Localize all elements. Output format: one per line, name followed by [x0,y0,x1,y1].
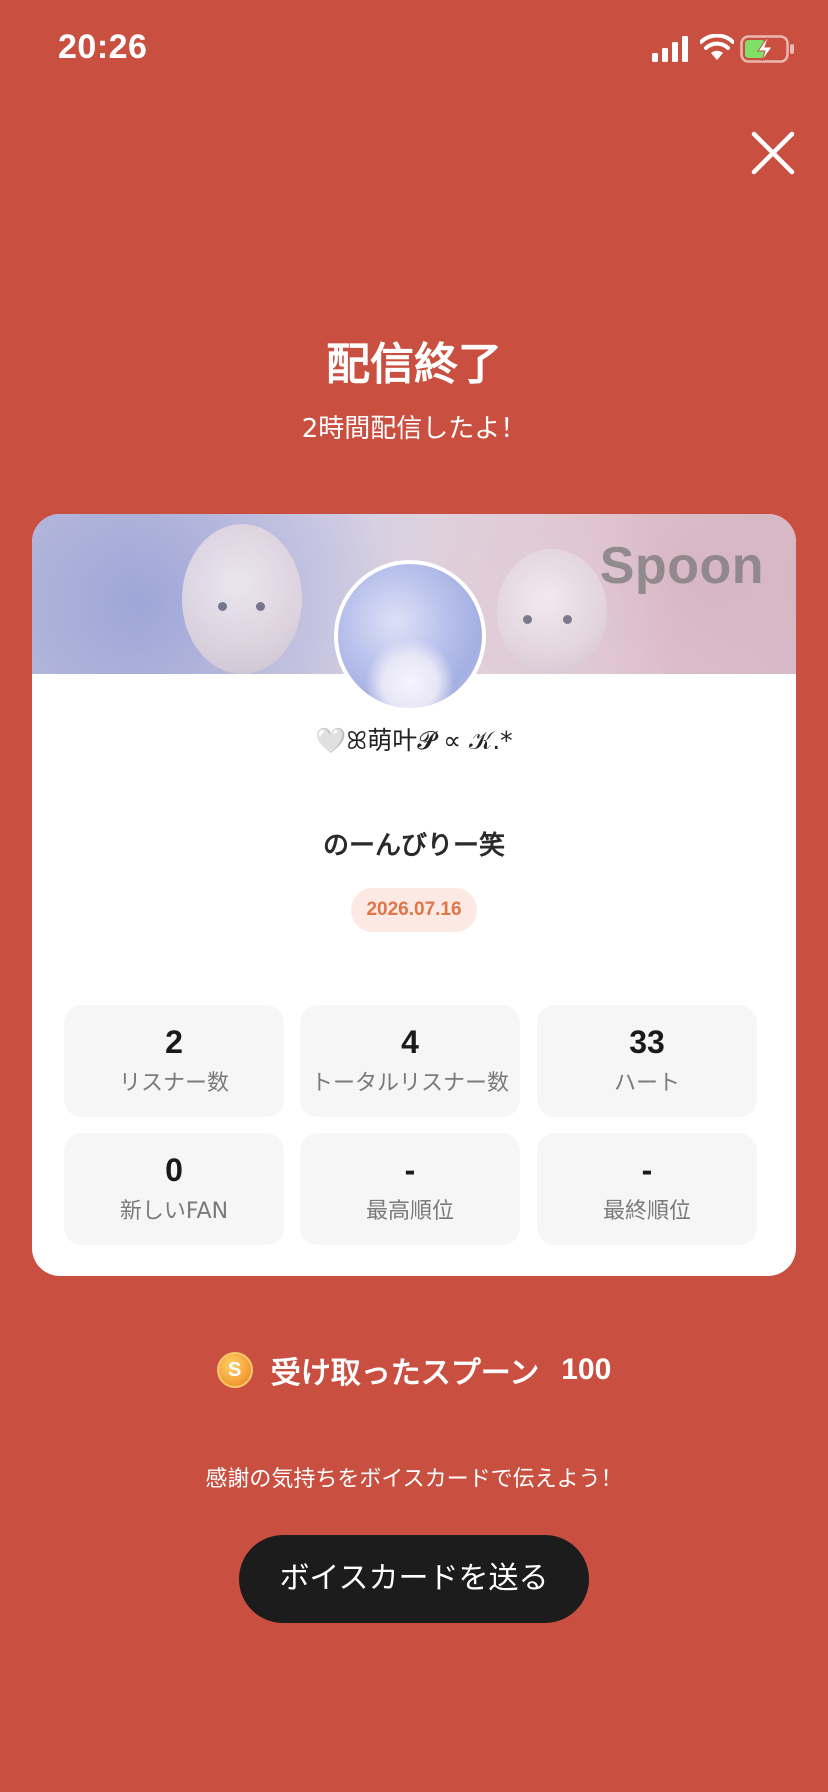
page-title: 配信終了 [326,339,502,390]
stat-label: トータルリスナー数 [310,1071,509,1096]
stat-label: リスナー数 [118,1071,229,1096]
send-voice-card-button[interactable]: ボイスカードを送る [239,1535,589,1623]
stat-final-rank: - 最終順位 [537,1133,757,1245]
status-bar: 20:26 [0,0,828,100]
date-badge: 2026.07.16 [351,888,477,932]
stat-total-listeners: 4 トータルリスナー数 [300,1005,520,1117]
stat-value: 0 [165,1152,183,1188]
stat-value: 2 [165,1024,183,1060]
banner-bunny-left [182,524,302,674]
stat-label: 最終順位 [602,1199,691,1224]
stat-label: 新しいFAN [119,1199,229,1224]
page-subtitle: 2時間配信したよ！ [301,414,527,444]
stream-title: のーんびりー笑 [322,831,505,861]
close-button[interactable] [748,128,798,178]
stat-listeners: 2 リスナー数 [64,1005,284,1117]
avatar [334,560,486,712]
coin-icon: S [216,1352,253,1388]
stat-label: 最高順位 [365,1199,454,1224]
stat-label: ハート [613,1071,680,1096]
banner-bunny-right [497,549,607,674]
received-spoons-label: 受け取ったスプーン [270,1356,540,1391]
wifi-icon [700,34,734,60]
broadcast-summary-card: Spoon 🤍ꕤ萌叶𝓟 ∝ 𝒦.* のーんびりー笑 2026.07.16 2 リ… [32,514,796,1276]
stat-value: 33 [629,1024,665,1060]
close-icon [751,131,795,175]
battery-charging-icon [740,35,794,63]
stat-highest-rank: - 最高順位 [300,1133,520,1245]
received-spoons-count: 100 [561,1353,612,1386]
received-spoons: S 受け取ったスプーン 100 [0,1348,828,1392]
stat-new-fans: 0 新しいFAN [64,1133,284,1245]
stat-value: - [641,1152,653,1188]
signal-icon [652,36,688,62]
stat-value: - [404,1152,416,1188]
spoon-logo: Spoon [599,537,764,595]
stat-hearts: 33 ハート [537,1005,757,1117]
status-time: 20:26 [58,28,148,66]
stat-value: 4 [401,1024,419,1060]
username: 🤍ꕤ萌叶𝓟 ∝ 𝒦.* [315,726,513,755]
voice-card-prompt: 感謝の気持ちをボイスカードで伝えよう！ [205,1467,623,1492]
